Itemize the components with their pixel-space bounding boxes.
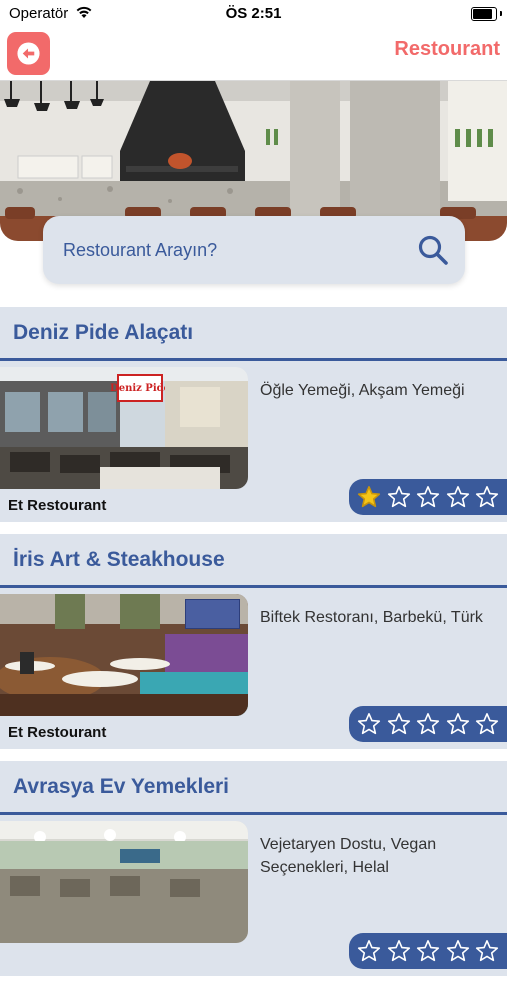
restaurant-tags: Biftek Restoranı, Barbekü, Türk	[260, 609, 483, 626]
star-outline-icon[interactable]	[357, 712, 381, 736]
star-outline-icon[interactable]	[446, 485, 470, 509]
divider	[0, 812, 507, 815]
star-rating[interactable]	[349, 933, 507, 969]
restaurant-name: İris Art & Steakhouse	[13, 548, 225, 571]
restaurant-photo[interactable]	[0, 821, 248, 943]
restaurant-type: Et Restourant	[8, 497, 107, 514]
divider	[0, 358, 507, 361]
page-title: Restourant	[394, 38, 500, 60]
search-bar	[43, 216, 465, 284]
star-filled-icon[interactable]	[357, 485, 381, 509]
restaurant-name: Deniz Pide Alaçatı	[13, 321, 194, 344]
star-outline-icon[interactable]	[446, 712, 470, 736]
star-rating[interactable]	[349, 706, 507, 742]
star-outline-icon[interactable]	[475, 939, 499, 963]
restaurant-photo[interactable]: Deniz Pide	[0, 367, 248, 489]
star-outline-icon[interactable]	[416, 939, 440, 963]
star-outline-icon[interactable]	[357, 939, 381, 963]
restaurant-card[interactable]: İris Art & Steakhouse Biftek Restoranı, …	[0, 534, 507, 749]
restaurant-name: Avrasya Ev Yemekleri	[13, 775, 230, 798]
nav-bar: Restourant	[0, 28, 507, 81]
battery-icon	[471, 7, 497, 21]
restaurant-card[interactable]: Avrasya Ev Yemekleri Vejetaryen Dostu, V…	[0, 761, 507, 976]
back-button[interactable]	[7, 32, 50, 75]
star-outline-icon[interactable]	[387, 939, 411, 963]
clock: ÖS 2:51	[225, 5, 282, 22]
restaurant-photo[interactable]	[0, 594, 248, 716]
star-outline-icon[interactable]	[387, 712, 411, 736]
status-bar: Operatör ÖS 2:51	[0, 0, 507, 28]
battery-nub	[500, 11, 502, 16]
star-outline-icon[interactable]	[387, 485, 411, 509]
restaurant-list: Deniz Pide Alaçatı Deniz Pide Öğle Yemeğ…	[0, 307, 507, 988]
restaurant-type: Et Restourant	[8, 724, 107, 741]
restaurant-tags: Öğle Yemeği, Akşam Yemeği	[260, 382, 465, 399]
restaurant-card[interactable]: Deniz Pide Alaçatı Deniz Pide Öğle Yemeğ…	[0, 307, 507, 522]
search-icon[interactable]	[417, 234, 449, 266]
back-arrow-icon	[17, 42, 40, 65]
star-outline-icon[interactable]	[475, 485, 499, 509]
restaurant-sign: Deniz Pide	[110, 383, 170, 394]
star-outline-icon[interactable]	[475, 712, 499, 736]
restaurant-tags: Vejetaryen Dostu, Vegan Seçenekleri, Hel…	[260, 836, 437, 876]
star-outline-icon[interactable]	[446, 939, 470, 963]
divider	[0, 585, 507, 588]
search-input[interactable]	[63, 236, 393, 264]
star-outline-icon[interactable]	[416, 712, 440, 736]
star-rating[interactable]	[349, 479, 507, 515]
star-outline-icon[interactable]	[416, 485, 440, 509]
